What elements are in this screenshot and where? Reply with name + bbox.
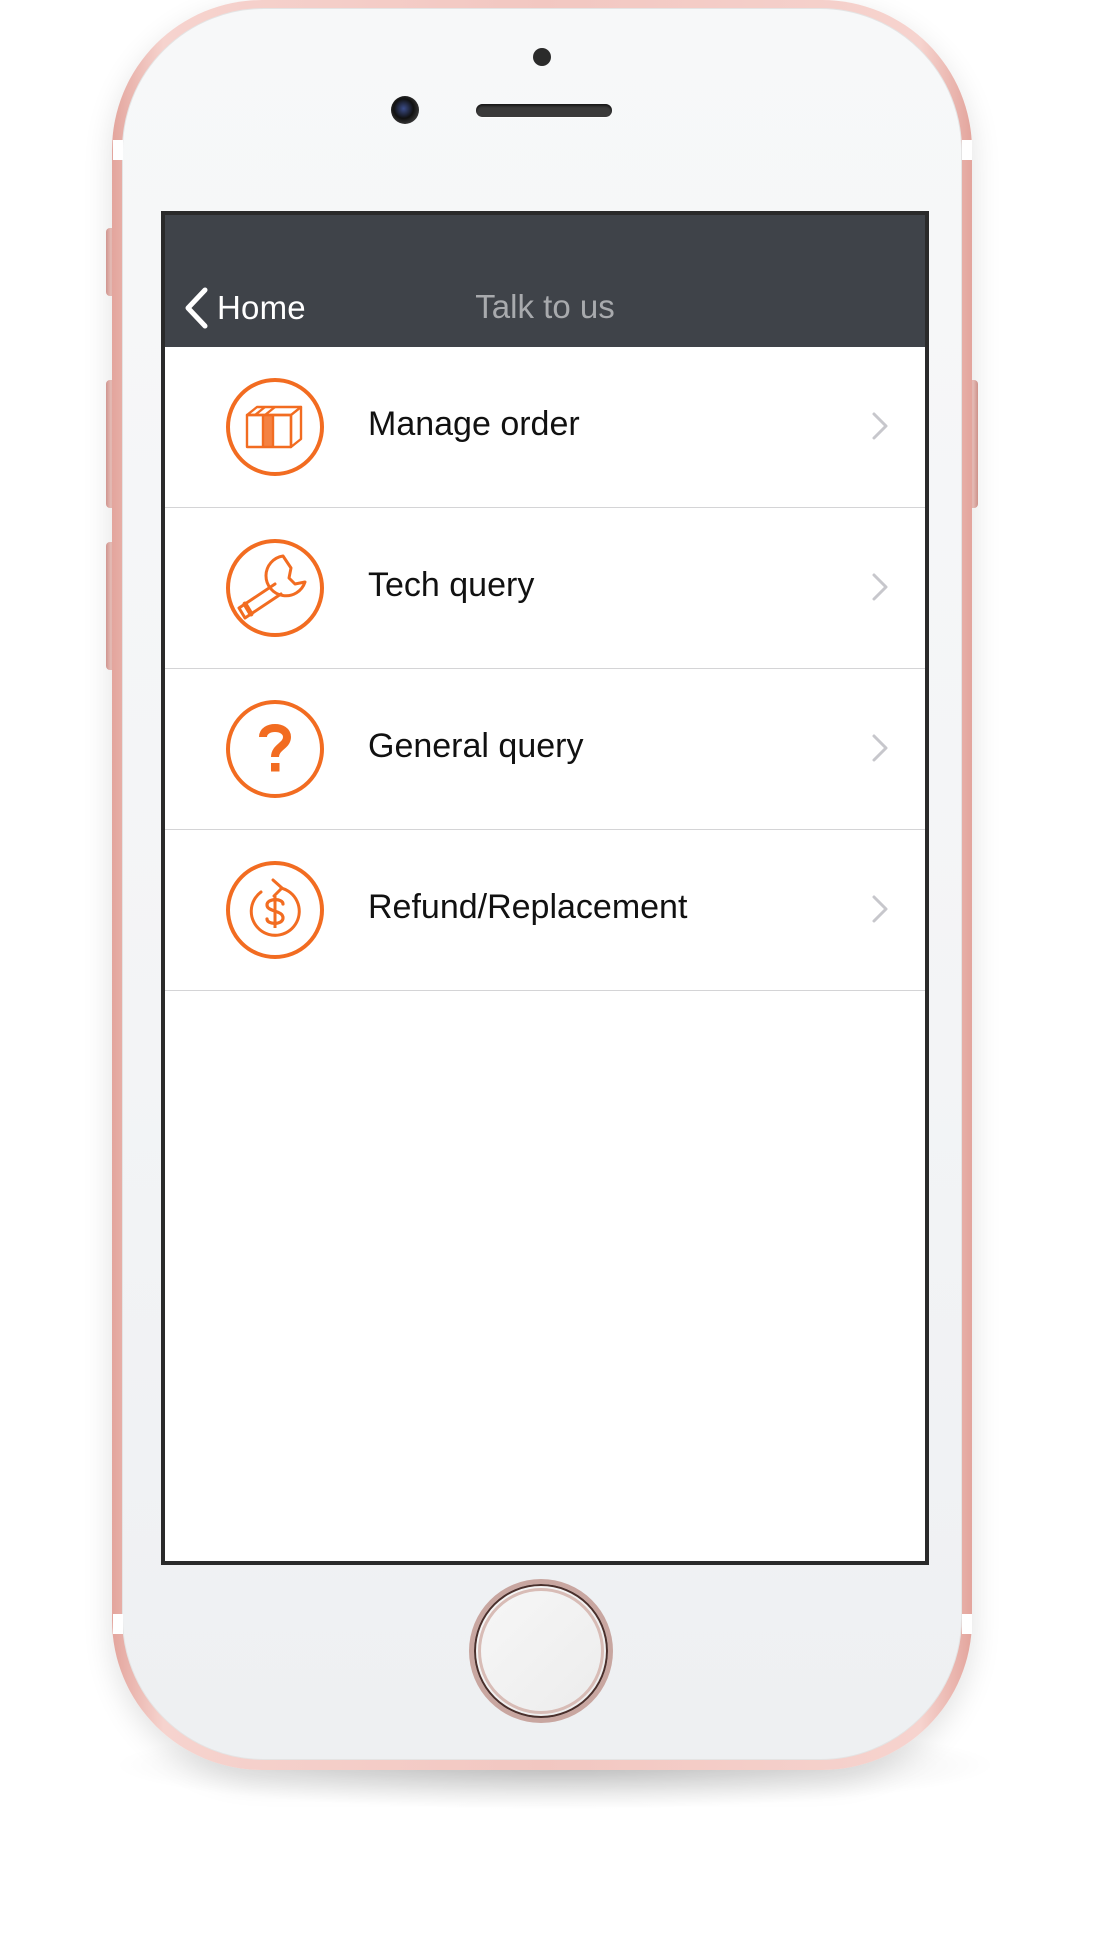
menu-item-general-query[interactable]: General query (165, 669, 925, 830)
menu-item-label: Manage order (368, 405, 580, 443)
chevron-right-icon (872, 573, 888, 601)
wrench-icon (226, 539, 324, 637)
antenna-line (962, 1614, 972, 1634)
page-title: Talk to us (475, 288, 615, 325)
app-screen: Home Talk to us Manage order Tech query … (161, 211, 929, 1565)
menu-item-label: General query (368, 727, 584, 765)
navigation-bar: Home Talk to us (165, 215, 925, 347)
antenna-line (113, 140, 123, 160)
device-mockup: Home Talk to us Manage order Tech query … (0, 0, 1106, 1941)
front-camera (391, 96, 419, 124)
chevron-right-icon (872, 734, 888, 762)
chevron-right-icon (872, 895, 888, 923)
refund-dollar-icon (226, 861, 324, 959)
antenna-line (962, 140, 972, 160)
question-mark-icon (226, 700, 324, 798)
antenna-line (113, 1614, 123, 1634)
chevron-right-icon (872, 412, 888, 440)
menu-list: Manage order Tech query General query Re… (165, 347, 925, 991)
menu-item-tech-query[interactable]: Tech query (165, 508, 925, 669)
gift-box-icon (226, 378, 324, 476)
home-button[interactable] (474, 1584, 608, 1718)
earpiece-speaker (476, 104, 612, 117)
menu-item-refund-replacement[interactable]: Refund/Replacement (165, 830, 925, 991)
proximity-sensor (533, 48, 551, 66)
menu-item-manage-order[interactable]: Manage order (165, 347, 925, 508)
menu-item-label: Refund/Replacement (368, 888, 688, 926)
menu-item-label: Tech query (368, 566, 535, 604)
